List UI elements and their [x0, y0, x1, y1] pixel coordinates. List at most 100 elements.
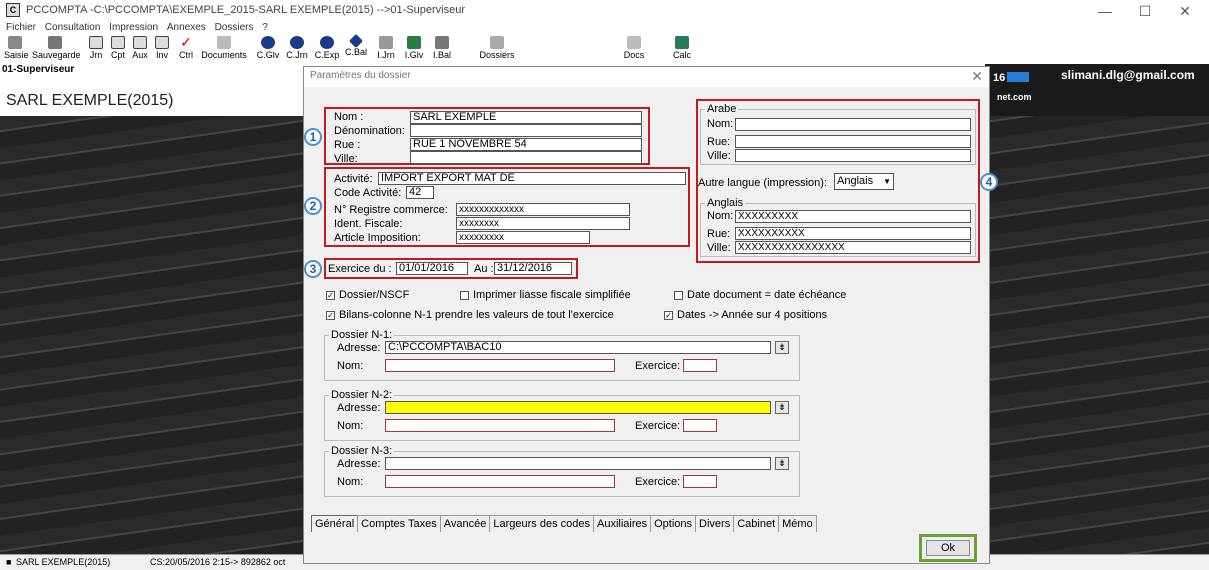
anglais-rue-field[interactable]: XXXXXXXXXX [735, 227, 971, 240]
code-activite-field[interactable]: 42 [406, 186, 434, 199]
autre-langue-label: Autre langue (impression): [698, 177, 828, 189]
title-bar: C PCCOMPTA -C:\PCCOMPTA\EXEMPLE_2015-SAR… [0, 0, 1209, 22]
au-field[interactable]: 31/12/2016 [494, 262, 572, 275]
chevron-down-icon: ▼ [883, 177, 891, 186]
tb-sauvegarde-button[interactable]: Sauvegarde [32, 34, 81, 64]
browse-icon[interactable]: ⇟ [775, 341, 789, 354]
tb-cpt-button[interactable]: Cpt [108, 34, 128, 64]
ok-button[interactable]: Ok [926, 540, 970, 556]
dossier-n3-title: Dossier N-3: [329, 445, 395, 457]
tb-calc-button[interactable]: Calc [670, 34, 694, 64]
rue-field[interactable]: RUE 1 NOVEMBRE 54 [410, 138, 642, 151]
registre-field[interactable]: xxxxxxxxxxxxx [456, 203, 630, 216]
tab-memo[interactable]: Mémo [778, 515, 817, 532]
arabe-group: Arabe Nom: Rue: Ville: [700, 103, 976, 165]
activite-label: Activité: [334, 173, 373, 185]
tab-strip: Général Comptes Taxes Avancée Largeurs des … [311, 515, 817, 533]
exercice-du-field[interactable]: 01/01/2016 [396, 262, 468, 275]
tb-saisie-button[interactable]: Saisie [4, 34, 29, 64]
tb-documents-button[interactable]: Documents [200, 34, 248, 64]
dossier-n3-nom-field [385, 475, 615, 488]
balance-icon [435, 36, 449, 49]
save-icon [48, 36, 62, 49]
tab-divers[interactable]: Divers [695, 515, 735, 532]
dossier-n2-adresse-field[interactable] [385, 401, 771, 414]
registre-label: N° Registre commerce: [334, 204, 448, 216]
tb-iglv-button[interactable]: I.Glv [402, 34, 426, 64]
article-field[interactable]: xxxxxxxxx [456, 231, 590, 244]
dossier-n3-adresse-field[interactable] [385, 457, 771, 470]
browse-icon[interactable]: ⇟ [775, 457, 789, 470]
dialog-close-icon[interactable]: ✕ [971, 68, 983, 85]
anglais-ville-field[interactable]: XXXXXXXXXXXXXXXX [735, 241, 971, 254]
badge-2: 2 [304, 197, 322, 215]
tb-ibal-button[interactable]: I.Bal [430, 34, 454, 64]
tb-inv-button[interactable]: Inv [152, 34, 172, 64]
tab-comptes-taxes[interactable]: Comptes Taxes [357, 515, 441, 532]
dossier-n1-group: Dossier N-1: Adresse: C:\PCCOMPTA\BAC10 … [324, 329, 800, 381]
arabe-ville-label: Ville: [707, 150, 731, 162]
folder-icon [627, 36, 641, 49]
tab-avancee[interactable]: Avancée [439, 515, 491, 532]
anglais-nom-field[interactable]: XXXXXXXXX [735, 210, 971, 223]
tab-options[interactable]: Options [650, 515, 697, 532]
header-domain-fragment: net.com [997, 92, 1032, 102]
tb-cbal-button[interactable]: C.Bal [344, 33, 368, 64]
tb-ctrl-button[interactable]: ✓ Ctrl [176, 34, 196, 64]
nom-label: Nom : [334, 111, 364, 123]
tb-ijrn-button[interactable]: I.Jrn [374, 34, 398, 64]
tb-cexp-button[interactable]: C.Exp [314, 34, 340, 64]
tb-cglv-button[interactable]: C.Glv [256, 34, 280, 64]
tab-largeurs[interactable]: Largeurs des codes [489, 515, 594, 532]
checkbox-dates-annee[interactable]: ✓ Dates -> Année sur 4 positions [664, 309, 827, 321]
tab-auxiliaires[interactable]: Auxiliaires [592, 515, 652, 532]
arabe-nom-field[interactable] [735, 118, 971, 131]
autre-langue-select[interactable]: Anglais ▼ [834, 173, 894, 190]
menu-consultation[interactable]: Consultation [45, 22, 101, 33]
article-label: Article Imposition: [334, 232, 421, 244]
arabe-ville-field[interactable] [735, 149, 971, 162]
checkbox-box: ✓ [326, 310, 335, 320]
checkbox-date-document[interactable]: Date document = date échéance [674, 289, 846, 301]
maximize-button[interactable]: ☐ [1130, 2, 1160, 20]
tb-docs-button[interactable]: Docs [622, 34, 646, 64]
app-icon: C [6, 3, 20, 17]
tab-cabinet[interactable]: Cabinet [733, 515, 780, 532]
menu-help[interactable]: ? [262, 22, 268, 33]
badge-3: 3 [304, 260, 322, 278]
dossier-n2-nom-field [385, 419, 615, 432]
dossier-n2-title: Dossier N-2: [329, 389, 395, 401]
arabe-nom-label: Nom: [707, 118, 734, 130]
anglais-rue-label: Rue: [707, 228, 731, 240]
browse-icon[interactable]: ⇟ [775, 401, 789, 414]
menu-annexes[interactable]: Annexes [167, 22, 206, 33]
dossier-n1-adresse-field[interactable]: C:\PCCOMPTA\BAC10 [385, 341, 771, 354]
minimize-button[interactable]: — [1090, 2, 1120, 20]
badge-4: 4 [980, 173, 998, 191]
menu-dossiers[interactable]: Dossiers [215, 22, 254, 33]
tb-jrn-button[interactable]: Jrn [86, 34, 106, 64]
menu-fichier[interactable]: Fichier [6, 22, 36, 33]
consult-icon [290, 36, 304, 49]
activite-field[interactable]: IMPORT EXPORT MAT DE [378, 172, 686, 185]
nom-field[interactable]: SARL EXEMPLE [410, 111, 642, 124]
arabe-rue-field[interactable] [735, 135, 971, 148]
checkbox-bilans[interactable]: ✓ Bilans-colonne N-1 prendre les valeurs … [326, 309, 614, 321]
denomination-label: Dénomination: [334, 125, 405, 137]
dossier-n2-exercice-field [683, 419, 717, 432]
checkbox-liasse[interactable]: Imprimer liasse fiscale simplifiée [460, 289, 631, 301]
ville-field[interactable] [410, 151, 642, 164]
arrow-right-icon [1007, 72, 1029, 82]
tb-aux-button[interactable]: Aux [130, 34, 150, 64]
menu-impression[interactable]: Impression [109, 22, 158, 33]
close-button[interactable]: ✕ [1170, 2, 1200, 20]
tb-dossiers-button[interactable]: Dossiers [478, 34, 516, 64]
lock-icon: ■ [6, 557, 12, 567]
checkbox-dossier-nscf[interactable]: ✓ Dossier/NSCF [326, 289, 409, 301]
print-icon [379, 36, 393, 49]
ident-fiscale-field[interactable]: xxxxxxxx [456, 217, 630, 230]
denomination-field[interactable] [410, 124, 642, 137]
tab-general[interactable]: Général [311, 515, 359, 532]
tb-cjrn-button[interactable]: C.Jrn [284, 34, 310, 64]
autre-langue-value: Anglais [837, 175, 874, 187]
